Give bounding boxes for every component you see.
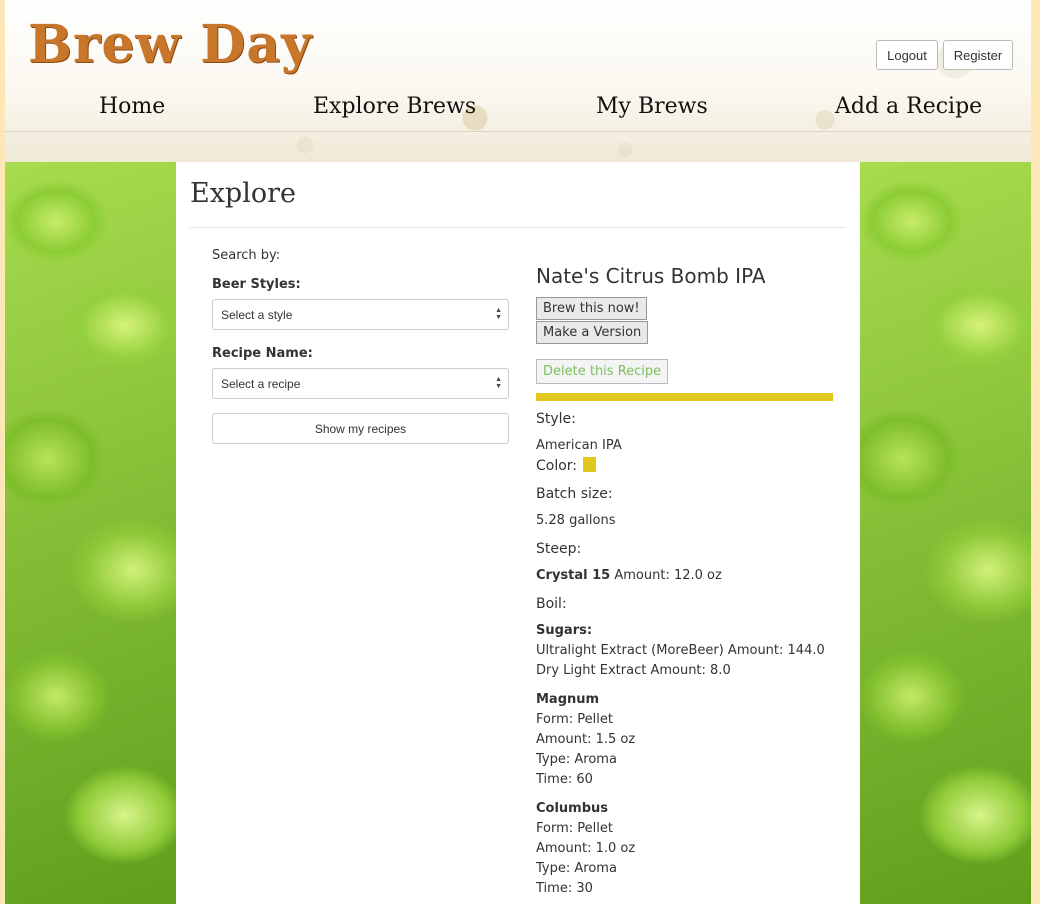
hop-time: Time: 30 <box>536 881 593 896</box>
recipe-name-select-value: Select a recipe <box>221 376 301 391</box>
select-arrows-icon: ▲ ▼ <box>495 307 502 321</box>
hops-image-right <box>860 162 1031 904</box>
boil-heading: Boil: <box>536 596 567 612</box>
nav-add-recipe[interactable]: Add a Recipe <box>835 94 982 119</box>
sugar-item: Dry Light Extract Amount: 8.0 <box>536 663 731 678</box>
nav-my-brews[interactable]: My Brews <box>596 94 708 119</box>
recipe-name-label: Recipe Name: <box>212 346 313 361</box>
hops-image-left <box>5 162 176 904</box>
make-version-button[interactable]: Make a Version <box>536 321 649 344</box>
show-my-recipes-button[interactable]: Show my recipes <box>212 413 509 444</box>
recipe-name-select[interactable]: Select a recipe ▲ ▼ <box>212 368 509 399</box>
recipe-color-bar <box>536 393 833 401</box>
hop-form: Form: Pellet <box>536 712 613 727</box>
color-heading: Color: <box>536 458 578 474</box>
hop-name: Magnum <box>536 692 600 707</box>
color-swatch <box>583 457 597 472</box>
select-arrows-icon: ▲ ▼ <box>495 376 502 390</box>
hop-form: Form: Pellet <box>536 821 613 836</box>
color-row: Color: <box>536 457 597 474</box>
page-title: Explore <box>190 178 296 209</box>
sugars-heading: Sugars: <box>536 623 593 638</box>
hop-type: Type: Aroma <box>536 861 617 876</box>
style-value: American IPA <box>536 438 622 453</box>
delete-recipe-button[interactable]: Delete this Recipe <box>536 359 669 384</box>
batch-size-heading: Batch size: <box>536 486 613 502</box>
hop-type: Type: Aroma <box>536 752 617 767</box>
logout-button[interactable]: Logout <box>876 40 938 70</box>
hop-amount: Amount: 1.5 oz <box>536 732 636 747</box>
nav-divider <box>5 131 1031 132</box>
beer-style-select[interactable]: Select a style ▲ ▼ <box>212 299 509 330</box>
site-logo[interactable]: Brew Day <box>28 14 312 75</box>
style-heading: Style: <box>536 411 576 427</box>
nav-explore-brews[interactable]: Explore Brews <box>313 94 476 119</box>
nav-home[interactable]: Home <box>99 94 165 119</box>
hop-name: Columbus <box>536 801 609 816</box>
beer-style-select-value: Select a style <box>221 307 293 322</box>
beer-styles-label: Beer Styles: <box>212 277 301 292</box>
sugar-item: Ultralight Extract (MoreBeer) Amount: 14… <box>536 643 825 658</box>
brew-now-button[interactable]: Brew this now! <box>536 297 647 320</box>
register-button[interactable]: Register <box>943 40 1013 70</box>
hop-amount: Amount: 1.0 oz <box>536 841 636 856</box>
steep-amount: Amount: 12.0 oz <box>614 568 722 583</box>
recipe-title: Nate's Citrus Bomb IPA <box>536 264 766 288</box>
steep-heading: Steep: <box>536 541 582 557</box>
batch-size-value: 5.28 gallons <box>536 513 616 528</box>
hop-time: Time: 60 <box>536 772 593 787</box>
steep-grain-name: Crystal 15 <box>536 568 611 583</box>
steep-item: Crystal 15 Amount: 12.0 oz <box>536 568 722 583</box>
main-content: Explore Search by: Beer Styles: Select a… <box>176 162 860 904</box>
title-divider <box>190 227 846 228</box>
search-by-label: Search by: <box>212 248 281 263</box>
